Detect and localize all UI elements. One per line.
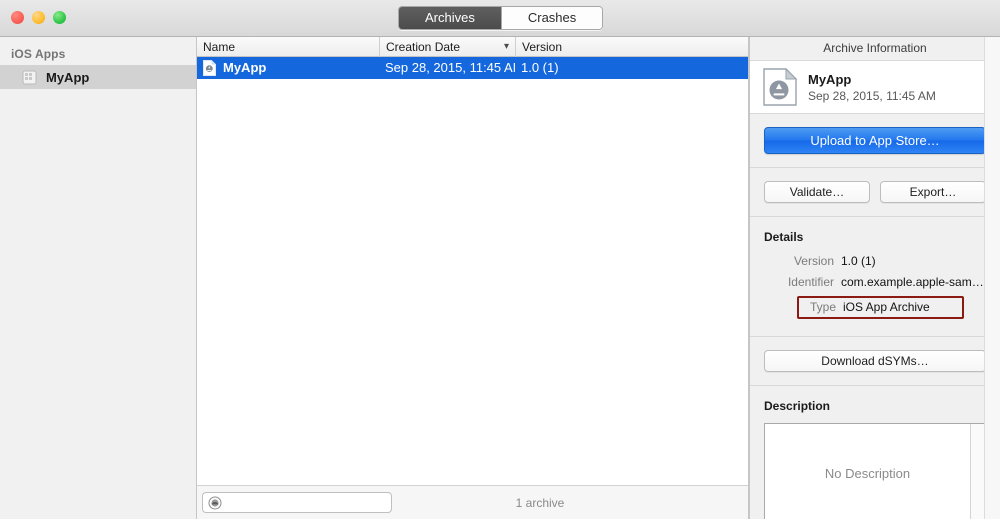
- detail-value-type: iOS App Archive: [843, 300, 930, 314]
- archive-inspector: Archive Information MyApp Sep 28, 2015, …: [749, 37, 1000, 519]
- table-cell-version: 1.0 (1): [521, 60, 559, 75]
- detail-label-type: Type: [809, 300, 836, 314]
- sidebar-group-header: iOS Apps: [11, 47, 66, 61]
- tab-archives[interactable]: Archives: [399, 7, 502, 29]
- close-button[interactable]: [11, 11, 24, 24]
- column-header-version[interactable]: Version: [515, 36, 748, 57]
- inspector-archive-date: Sep 28, 2015, 11:45 AM: [808, 88, 936, 103]
- table-cell-creation-date: Sep 28, 2015, 11:45 AM: [385, 60, 515, 75]
- column-header-creation-date[interactable]: Creation Date ▾: [379, 36, 515, 57]
- app-store-archive-icon: [763, 67, 798, 106]
- table-status-bar: 1 archive: [197, 485, 748, 519]
- column-header-creation-date-label: Creation Date: [386, 39, 461, 54]
- detail-row-identifier: Identifier com.example.apple-sam…: [764, 275, 986, 289]
- app-grid-icon: [22, 70, 37, 85]
- export-button[interactable]: Export…: [880, 181, 986, 203]
- table-header: Name Creation Date ▾ Version: [197, 36, 748, 57]
- view-segmented-control[interactable]: Archives Crashes: [398, 6, 604, 30]
- upload-to-app-store-button[interactable]: Upload to App Store…: [764, 127, 986, 154]
- description-section: Description No Description: [750, 386, 1000, 519]
- table-cell-name: MyApp: [197, 57, 379, 79]
- download-dsyms-button[interactable]: Download dSYMs…: [764, 350, 986, 372]
- inspector-title: Archive Information: [750, 37, 1000, 60]
- table-cell-name-label: MyApp: [223, 60, 267, 75]
- inspector-scrollbar-gutter[interactable]: [984, 37, 1000, 519]
- details-section: Details Version 1.0 (1) Identifier com.e…: [750, 217, 1000, 337]
- actions-section: Validate… Export…: [750, 168, 1000, 217]
- archive-count-label: 1 archive: [515, 495, 565, 510]
- column-header-name[interactable]: Name: [197, 37, 379, 57]
- detail-value-identifier: com.example.apple-sam…: [841, 275, 984, 289]
- archive-document-icon: [203, 60, 216, 76]
- description-scrollbar[interactable]: [970, 424, 985, 519]
- traffic-lights: [11, 11, 66, 24]
- description-placeholder: No Description: [824, 465, 911, 481]
- detail-label-version: Version: [793, 254, 834, 268]
- detail-row-type: Type iOS App Archive: [797, 296, 964, 319]
- details-title: Details: [764, 230, 804, 244]
- validate-button[interactable]: Validate…: [764, 181, 870, 203]
- chevron-down-icon: ▾: [503, 40, 509, 52]
- record-circle-icon[interactable]: [208, 496, 222, 510]
- detail-value-version: 1.0 (1): [841, 254, 876, 268]
- inspector-archive-summary: MyApp Sep 28, 2015, 11:45 AM: [750, 60, 1000, 114]
- upload-section: Upload to App Store…: [750, 114, 1000, 168]
- dsyms-section: Download dSYMs…: [750, 337, 1000, 386]
- tab-crashes[interactable]: Crashes: [501, 7, 603, 29]
- xcode-organizer-window: Archives Crashes iOS Apps MyApp Name Cre…: [0, 0, 1000, 519]
- sidebar-item-myapp[interactable]: MyApp: [0, 65, 196, 89]
- minimize-button[interactable]: [32, 11, 45, 24]
- sidebar: iOS Apps MyApp: [0, 37, 197, 519]
- title-bar: Archives Crashes: [0, 0, 1000, 37]
- archives-table: Name Creation Date ▾ Version MyApp Sep 2…: [197, 36, 749, 519]
- description-title: Description: [764, 399, 831, 413]
- sidebar-item-label: MyApp: [46, 69, 90, 85]
- zoom-button[interactable]: [53, 11, 66, 24]
- inspector-archive-name: MyApp: [808, 71, 852, 87]
- table-row[interactable]: MyApp Sep 28, 2015, 11:45 AM 1.0 (1): [197, 57, 748, 79]
- detail-label-identifier: Identifier: [787, 275, 834, 289]
- description-textarea[interactable]: No Description: [764, 423, 986, 519]
- detail-row-version: Version 1.0 (1): [764, 254, 986, 268]
